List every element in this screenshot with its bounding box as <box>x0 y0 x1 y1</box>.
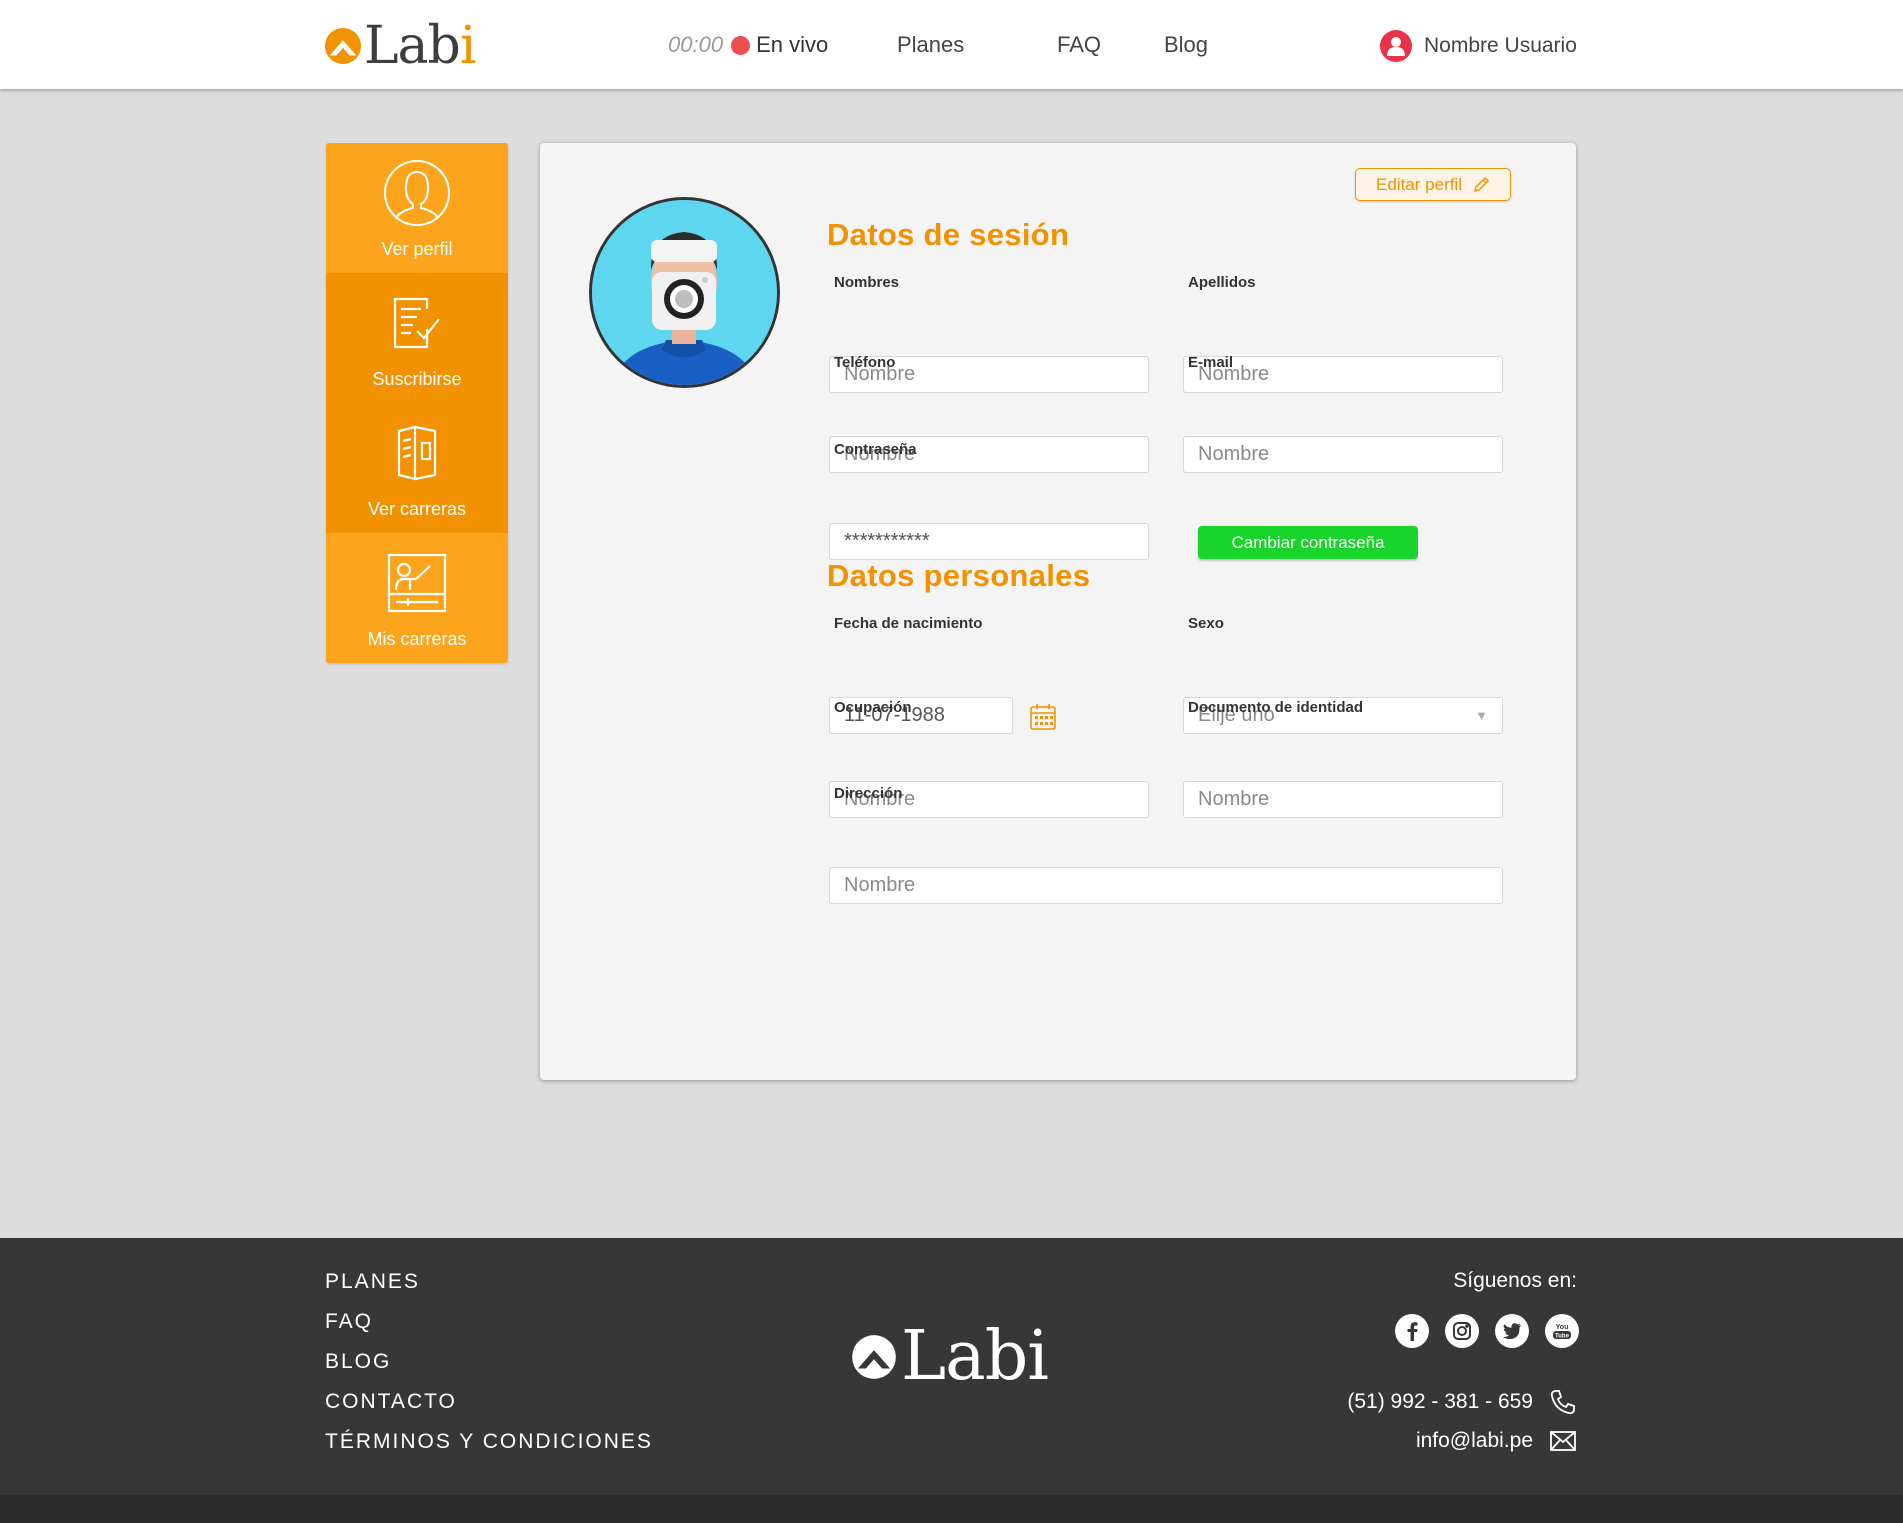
twitter-icon[interactable] <box>1495 1314 1529 1348</box>
section-title-session: Datos de sesión <box>827 217 1070 252</box>
user-menu[interactable]: Nombre Usuario <box>1380 30 1577 62</box>
social-links: You Tube <box>1395 1314 1579 1348</box>
email-label: E-mail <box>1188 354 1234 371</box>
instagram-icon[interactable] <box>1445 1314 1479 1348</box>
sidebar-item-label: Suscribirse <box>372 369 462 389</box>
address-input[interactable] <box>829 867 1503 904</box>
sidebar-item-label: Mis carreras <box>367 629 467 649</box>
svg-text:You: You <box>1556 1324 1569 1331</box>
email-address: info@labi.pe <box>1415 1429 1533 1452</box>
profile-photo[interactable] <box>589 197 780 388</box>
sidebar-item-mis-carreras[interactable]: Mis carreras <box>326 533 508 663</box>
edit-profile-button[interactable]: Editar perfil <box>1355 168 1511 201</box>
labi-logo-mark-icon <box>852 1335 896 1379</box>
occupation-label: Ocupación <box>834 699 912 716</box>
youtube-icon[interactable]: You Tube <box>1545 1314 1579 1348</box>
nombres-label: Nombres <box>834 274 900 291</box>
footer-bottom-bar <box>0 1495 1903 1523</box>
sidebar-item-label: Ver carreras <box>367 499 467 519</box>
nav-planes[interactable]: Planes <box>897 32 964 58</box>
footer-link-terminos[interactable]: TÉRMINOS Y CONDICIONES <box>325 1430 653 1454</box>
document-input[interactable] <box>1183 781 1503 818</box>
live-label: En vivo <box>756 32 829 57</box>
live-indicator[interactable]: 00:00 En vivo <box>668 32 828 58</box>
user-name: Nombre Usuario <box>1424 34 1577 57</box>
brochure-icon <box>381 417 453 489</box>
contact-phone[interactable]: (51) 992 - 381 - 659 <box>1347 1388 1577 1416</box>
facebook-icon[interactable] <box>1395 1314 1429 1348</box>
live-timer: 00:00 <box>668 32 724 57</box>
change-password-button[interactable]: Cambiar contraseña <box>1198 526 1418 559</box>
email-input[interactable] <box>1183 436 1503 473</box>
classroom-board-icon <box>381 547 453 619</box>
user-profile-icon <box>381 157 453 229</box>
calendar-icon[interactable] <box>1028 702 1058 732</box>
follow-label: Síguenos en: <box>1453 1269 1577 1292</box>
svg-text:Tube: Tube <box>1555 1334 1570 1340</box>
nav-blog[interactable]: Blog <box>1164 32 1208 58</box>
top-header: Labi 00:00 En vivo Planes FAQ Blog Nombr… <box>0 0 1903 89</box>
contact-email[interactable]: info@labi.pe <box>1416 1429 1577 1453</box>
profile-photo-image <box>592 200 777 385</box>
envelope-icon <box>1550 1431 1576 1451</box>
sidebar-item-ver-perfil[interactable]: Ver perfil <box>326 143 508 273</box>
subscribe-form-icon <box>381 287 453 359</box>
footer-link-contacto[interactable]: CONTACTO <box>325 1390 457 1414</box>
phone-icon <box>1550 1390 1575 1415</box>
edit-profile-label: Editar perfil <box>1376 174 1462 194</box>
document-label: Documento de identidad <box>1188 699 1364 716</box>
user-avatar-icon <box>1380 30 1412 62</box>
sidebar-item-suscribirse[interactable]: Suscribirse <box>326 273 508 403</box>
logo-wordmark: Labi <box>364 16 476 76</box>
nav-faq[interactable]: FAQ <box>1057 32 1101 58</box>
labi-logo-mark-icon <box>324 27 362 65</box>
footer-link-blog[interactable]: BLOG <box>325 1350 391 1374</box>
labi-logo[interactable]: Labi <box>324 16 476 76</box>
sidebar-item-label: Ver perfil <box>381 239 453 259</box>
footer-logo-wordmark: Labi <box>901 1317 1049 1396</box>
caret-down-icon: ▼ <box>1475 708 1488 723</box>
address-label: Dirección <box>834 785 903 802</box>
birth-date-label: Fecha de nacimiento <box>834 615 983 632</box>
section-title-personal: Datos personales <box>827 558 1091 593</box>
telefono-label: Teléfono <box>834 354 896 371</box>
password-input[interactable] <box>829 523 1149 560</box>
sidebar-item-ver-carreras[interactable]: Ver carreras <box>326 403 508 533</box>
apellidos-label: Apellidos <box>1188 274 1256 291</box>
pencil-icon <box>1473 176 1490 192</box>
profile-sidebar: Ver perfil Suscribirse Ver carreras Mis … <box>326 143 508 663</box>
password-label: Contraseña <box>834 441 917 458</box>
footer-link-planes[interactable]: PLANES <box>325 1270 420 1294</box>
phone-number: (51) 992 - 381 - 659 <box>1347 1390 1533 1413</box>
footer: PLANES FAQ BLOG CONTACTO TÉRMINOS Y COND… <box>0 1238 1903 1495</box>
footer-link-faq[interactable]: FAQ <box>325 1310 373 1334</box>
footer-logo[interactable]: Labi <box>851 1317 1049 1396</box>
profile-card: Editar perfil Datos de sesión Nombres Ap… <box>540 143 1576 1080</box>
live-dot-icon <box>731 35 751 55</box>
sex-label: Sexo <box>1188 615 1224 632</box>
